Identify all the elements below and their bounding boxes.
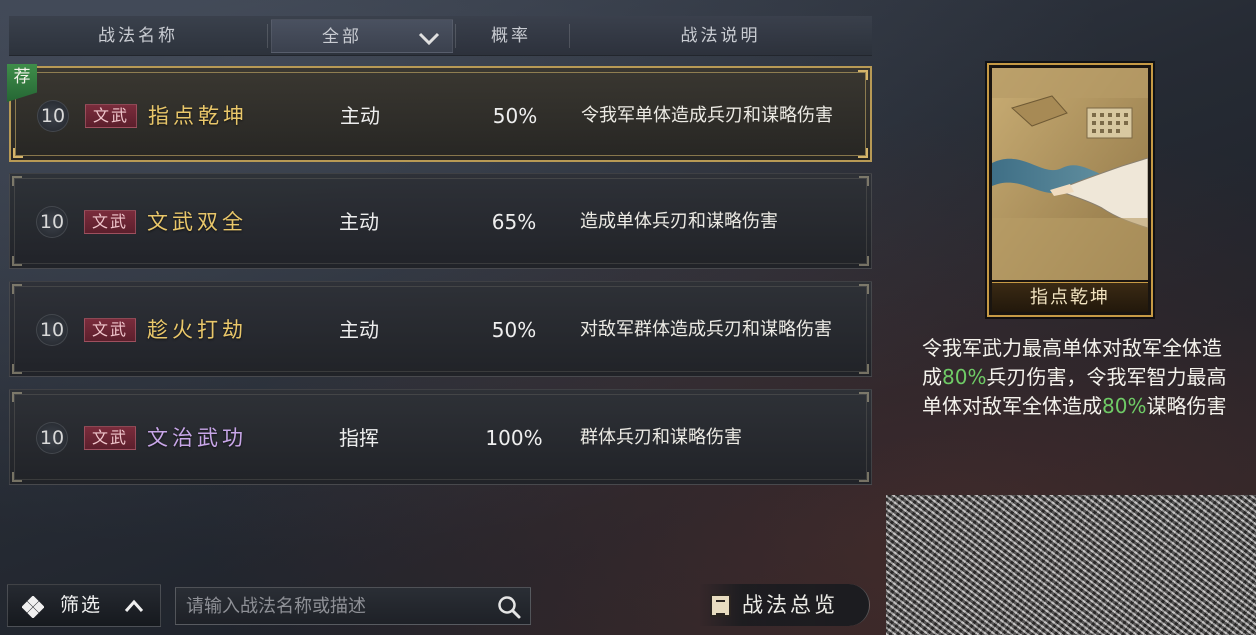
skill-row-wenwu-shuangquan[interactable]: 10 文武 文武双全 主动 65% 造成单体兵刃和谋略伤害 — [9, 173, 872, 269]
skill-description: 造成单体兵刃和谋略伤害 — [580, 211, 778, 232]
skill-type: 主动 — [339, 318, 379, 342]
skill-category-tag: 文武 — [84, 426, 136, 450]
header-divider — [455, 24, 456, 48]
book-icon — [710, 594, 731, 617]
skill-rate: 65% — [491, 210, 537, 234]
filter-diamond-icon — [22, 596, 44, 618]
skill-description: 群体兵刃和谋略伤害 — [580, 427, 742, 448]
search-input[interactable] — [186, 592, 486, 620]
type-filter-dropdown[interactable]: 全部 — [271, 19, 453, 53]
detail-highlight-value: 80% — [1102, 394, 1147, 418]
obscured-region — [886, 495, 1256, 635]
detail-highlight-value: 80% — [942, 365, 987, 389]
skill-level: 10 — [36, 314, 68, 346]
filter-button-label: 筛选 — [60, 594, 103, 616]
skill-detail-description: 令我军武力最高单体对敌军全体造成80%兵刃伤害，令我军智力最高单体对敌军全体造成… — [922, 334, 1234, 421]
column-header-description: 战法说明 — [680, 26, 761, 46]
skill-rate: 50% — [492, 104, 538, 128]
chevron-down-icon — [418, 32, 440, 46]
type-filter-value: 全部 — [322, 27, 362, 47]
skill-rate: 100% — [485, 426, 543, 450]
column-header-name: 战法名称 — [98, 26, 178, 46]
skill-description: 对敌军群体造成兵刃和谋略伤害 — [580, 319, 832, 340]
skill-row-wenzhi-wugong[interactable]: 10 文武 文治武功 指挥 100% 群体兵刃和谋略伤害 — [9, 389, 872, 485]
skill-row-zhidian-qiankun[interactable]: 10 文武 指点乾坤 主动 50% 令我军单体造成兵刃和谋略伤害 — [9, 66, 872, 162]
skill-level: 10 — [36, 206, 68, 238]
skill-type: 主动 — [340, 104, 380, 128]
search-icon[interactable] — [496, 594, 522, 620]
skill-category-tag: 文武 — [84, 210, 136, 234]
filter-button[interactable]: 筛选 — [7, 584, 161, 627]
skill-card: 指点乾坤 — [987, 63, 1153, 317]
skill-name: 趁火打劫 — [147, 318, 247, 342]
skill-name: 文武双全 — [147, 210, 247, 234]
detail-text: 谋略伤害 — [1146, 394, 1227, 418]
skill-name: 指点乾坤 — [148, 104, 248, 128]
chevron-up-icon — [124, 599, 144, 612]
skill-type: 指挥 — [339, 426, 379, 450]
skill-card-name: 指点乾坤 — [992, 282, 1148, 312]
skill-type: 主动 — [339, 210, 379, 234]
skill-overview-button[interactable]: 战法总览 — [700, 584, 870, 626]
skill-rate: 50% — [491, 318, 537, 342]
skill-level: 10 — [36, 422, 68, 454]
column-header-rate: 概率 — [491, 26, 531, 46]
skill-overview-label: 战法总览 — [742, 593, 838, 617]
header-divider — [267, 24, 268, 48]
skill-card-artwork — [992, 68, 1148, 280]
skill-table-header: 战法名称 全部 概率 战法说明 — [9, 16, 872, 56]
skill-row-chenhuo-dajie[interactable]: 10 文武 趁火打劫 主动 50% 对敌军群体造成兵刃和谋略伤害 — [9, 281, 872, 377]
skill-name: 文治武功 — [147, 426, 247, 450]
skill-description: 令我军单体造成兵刃和谋略伤害 — [581, 105, 833, 126]
skill-level: 10 — [37, 100, 69, 132]
search-box — [175, 587, 531, 625]
skill-category-tag: 文武 — [85, 104, 137, 128]
skill-category-tag: 文武 — [84, 318, 136, 342]
